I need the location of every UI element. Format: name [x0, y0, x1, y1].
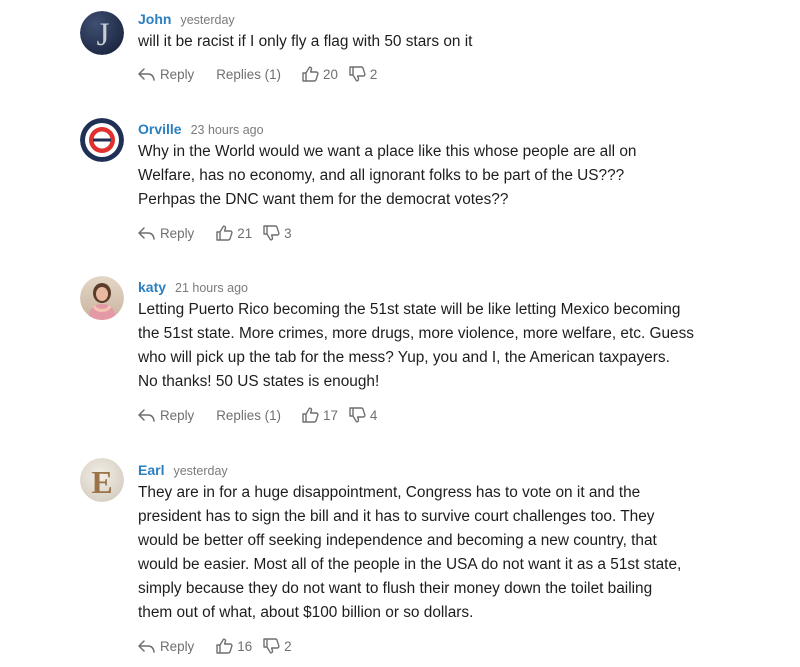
reply-button[interactable]: Reply — [138, 408, 194, 423]
thumbs-down-icon — [349, 407, 366, 423]
comment-meta: katy 21 hours ago — [138, 279, 248, 296]
comment-line: No thanks! 50 US states is enough! — [138, 373, 380, 390]
like-count: 16 — [237, 638, 253, 654]
dislike-button[interactable]: 4 — [349, 407, 377, 423]
reply-arrow-icon — [138, 639, 155, 653]
reply-label: Reply — [160, 225, 195, 241]
reply-arrow-icon — [138, 67, 155, 81]
photo-avatar[interactable] — [80, 276, 124, 320]
timestamp: 23 hours ago — [190, 123, 264, 137]
comment-line: president has to sign the bill and it ha… — [138, 508, 655, 525]
reply-label: Reply — [160, 66, 195, 82]
timestamp: yesterday — [173, 464, 228, 478]
dislike-button[interactable]: 3 — [263, 225, 292, 241]
letter-e-avatar[interactable]: E — [80, 458, 124, 502]
timestamp: 21 hours ago — [175, 281, 249, 295]
comment-line: will it be racist if I only fly a flag w… — [138, 33, 473, 50]
comment-actions: Reply 21 3 — [138, 224, 292, 242]
dislike-count: 2 — [369, 66, 378, 82]
dislike-count: 3 — [284, 225, 292, 241]
reply-label: Reply — [160, 407, 195, 423]
comment-line: Why in the World would we want a place l… — [138, 143, 637, 160]
like-button[interactable]: 17 — [302, 407, 338, 423]
replies-button[interactable]: Replies (1) — [216, 408, 281, 423]
comment-text: will it be racist if I only fly a flag w… — [138, 30, 758, 54]
comment-line: Letting Puerto Rico becoming the 51st st… — [138, 301, 681, 318]
letter-j-avatar[interactable]: J — [80, 11, 124, 55]
comment-line: Welfare, has no economy, and all ignoran… — [138, 167, 625, 184]
author-name[interactable]: Earl — [138, 462, 164, 478]
comment-line: who will pick up the tab for the mess? Y… — [138, 349, 670, 366]
comment-actions: Reply 16 2 — [138, 637, 292, 655]
svg-text:J: J — [97, 17, 110, 53]
dislike-button[interactable]: 2 — [263, 638, 292, 654]
comment-text: Why in the World would we want a place l… — [138, 140, 758, 212]
like-count: 21 — [237, 225, 253, 241]
thumbs-down-icon — [263, 638, 280, 654]
dislike-count: 2 — [284, 638, 292, 654]
comment: J John yesterday will it be racist if I o… — [0, 11, 800, 91]
dislike-button[interactable]: 2 — [349, 66, 377, 82]
comment-actions: Reply Replies (1) 17 4 — [138, 406, 377, 424]
reply-button[interactable]: Reply — [138, 226, 194, 241]
thumbs-up-icon — [302, 407, 319, 423]
comment-text: They are in for a huge disappointment, C… — [138, 481, 758, 625]
timestamp: yesterday — [180, 13, 235, 27]
like-button[interactable]: 21 — [216, 225, 252, 241]
comment-line: They are in for a huge disappointment, C… — [138, 484, 641, 501]
comment-meta: John yesterday — [138, 11, 235, 28]
comment-line: simply because they do not want to flush… — [138, 580, 653, 597]
thumbs-down-icon — [263, 225, 280, 241]
author-name[interactable]: Orville — [138, 121, 182, 137]
comment-line: the 51st state. More crimes, more drugs,… — [138, 325, 694, 342]
reply-arrow-icon — [138, 408, 155, 422]
thumbs-up-icon — [216, 225, 233, 241]
replies-button[interactable]: Replies (1) — [216, 67, 281, 82]
comment-line: Perhpas the DNC want them for the democr… — [138, 191, 509, 208]
comment-line: would be easier. Most all of the people … — [138, 556, 682, 573]
reply-button[interactable]: Reply — [138, 639, 194, 654]
comment-line: them out of what, about $100 billion or … — [138, 604, 474, 621]
comment-actions: Reply Replies (1) 20 2 — [138, 65, 377, 83]
like-button[interactable]: 20 — [302, 66, 338, 82]
svg-text:E: E — [91, 464, 112, 500]
comment-line: would be better off seeking independence… — [138, 532, 657, 549]
target-avatar[interactable] — [80, 118, 124, 162]
like-count: 17 — [323, 407, 338, 423]
comment-meta: Earl yesterday — [138, 462, 228, 479]
comment-meta: Orville 23 hours ago — [138, 121, 264, 138]
comment: Orville 23 hours ago Why in the World wou… — [0, 118, 800, 251]
thumbs-up-icon — [216, 638, 233, 654]
author-name[interactable]: John — [138, 11, 171, 27]
reply-label: Reply — [160, 638, 195, 654]
like-count: 20 — [323, 66, 338, 82]
reply-button[interactable]: Reply — [138, 67, 194, 82]
comment-text: Letting Puerto Rico becoming the 51st st… — [138, 298, 758, 394]
comment: E Earl yesterday They are in for a huge d… — [0, 458, 800, 662]
thumbs-up-icon — [302, 66, 319, 82]
like-button[interactable]: 16 — [216, 638, 252, 654]
author-name[interactable]: katy — [138, 279, 166, 295]
thumbs-down-icon — [349, 66, 366, 82]
reply-arrow-icon — [138, 226, 155, 240]
dislike-count: 4 — [369, 407, 378, 423]
comment: katy 21 hours ago Letting Puerto Rico bec… — [0, 276, 800, 429]
